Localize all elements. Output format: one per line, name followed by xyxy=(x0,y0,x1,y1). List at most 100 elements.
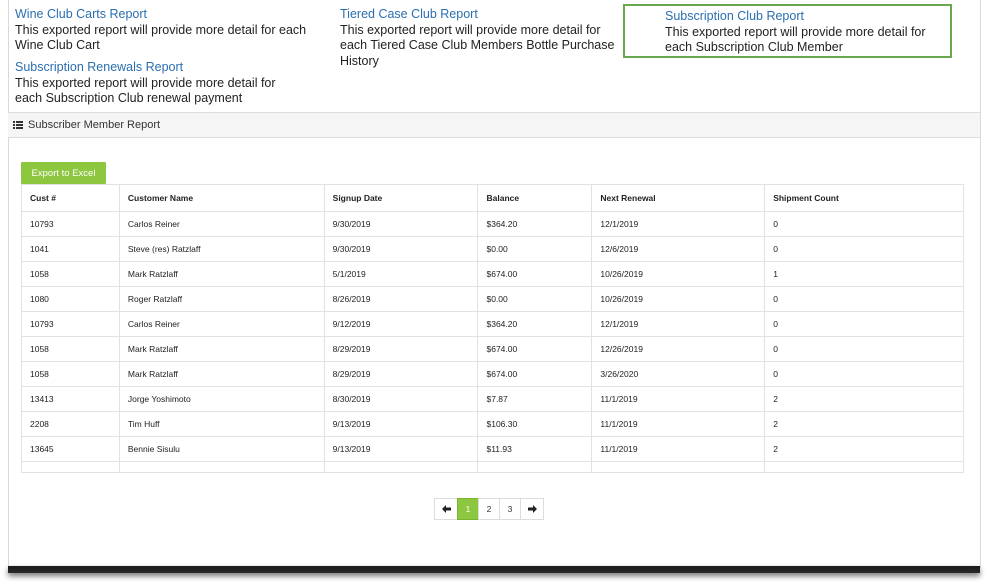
cell-cust: 1058 xyxy=(21,261,120,287)
subscription-renewals-report-link[interactable]: Subscription Renewals Report xyxy=(15,60,305,76)
cell-customer-name: Jorge Yoshimoto xyxy=(118,386,325,412)
cell-balance: $7.87 xyxy=(477,386,593,412)
table-row: 1058 Mark Ratzlaff 8/29/2019 $674.00 12/26/2… xyxy=(21,336,964,362)
cell-shipment-count: 0 xyxy=(764,236,964,262)
empty-cell xyxy=(323,461,479,473)
prev-page-button[interactable] xyxy=(434,498,458,520)
cell-cust: 1058 xyxy=(21,361,120,387)
cell-cust: 2208 xyxy=(21,411,120,437)
table-row: 13645 Bennie Sisulu 9/13/2019 $11.93 11/1/20… xyxy=(21,436,964,462)
cell-balance: $106.30 xyxy=(477,411,593,437)
cell-cust: 10793 xyxy=(21,311,120,337)
cell-cust: 1041 xyxy=(21,236,120,262)
column-header-signup-date[interactable]: Signup Date xyxy=(323,184,479,212)
wine-club-carts-report: Wine Club Carts Report This exported rep… xyxy=(15,7,327,54)
cell-shipment-count: 0 xyxy=(764,286,964,312)
table-row: 2208 Tim Huff 9/13/2019 $106.30 11/1/2019 2 xyxy=(21,411,964,437)
cell-customer-name: Bennie Sisulu xyxy=(118,436,325,462)
export-to-excel-button[interactable]: Export to Excel xyxy=(21,162,106,184)
table-header-row: Cust # Customer Name Signup Date Balance… xyxy=(21,184,964,212)
empty-cell xyxy=(764,461,964,473)
cell-balance: $364.20 xyxy=(477,311,593,337)
cell-signup-date: 9/30/2019 xyxy=(323,211,479,237)
empty-cell xyxy=(21,461,120,473)
list-icon xyxy=(13,121,23,129)
cell-signup-date: 8/30/2019 xyxy=(323,386,479,412)
cell-signup-date: 8/26/2019 xyxy=(323,286,479,312)
cell-cust: 13645 xyxy=(21,436,120,462)
cell-cust: 10793 xyxy=(21,211,120,237)
page-button-1[interactable]: 1 xyxy=(457,498,479,520)
cell-customer-name: Tim Huff xyxy=(118,411,325,437)
cell-shipment-count: 2 xyxy=(764,436,964,462)
pagination: 1 2 3 xyxy=(434,498,544,520)
empty-cell xyxy=(591,461,766,473)
column-header-balance[interactable]: Balance xyxy=(477,184,593,212)
report-description: This exported report will provide more d… xyxy=(665,24,926,55)
page-button-2[interactable]: 2 xyxy=(478,498,500,520)
cell-shipment-count: 2 xyxy=(764,411,964,437)
tiered-case-club-report-link[interactable]: Tiered Case Club Report xyxy=(340,7,620,23)
cell-customer-name: Steve (res) Ratzlaff xyxy=(118,236,325,262)
cell-customer-name: Mark Ratzlaff xyxy=(118,361,325,387)
cell-cust: 13413 xyxy=(21,386,120,412)
table-row: 1080 Roger Ratzlaff 8/26/2019 $0.00 10/26/20… xyxy=(21,286,964,312)
table-row: 1058 Mark Ratzlaff 8/29/2019 $674.00 3/26/20… xyxy=(21,361,964,387)
tiered-case-club-report: Tiered Case Club Report This exported re… xyxy=(340,7,620,69)
cell-shipment-count: 0 xyxy=(764,336,964,362)
panel-header: Subscriber Member Report xyxy=(8,112,980,138)
arrow-right-icon xyxy=(527,505,537,513)
cell-customer-name: Roger Ratzlaff xyxy=(118,286,325,312)
column-header-shipment-count[interactable]: Shipment Count xyxy=(764,184,964,212)
subscriber-table: Cust # Customer Name Signup Date Balance… xyxy=(21,184,964,473)
arrow-left-icon xyxy=(441,505,451,513)
cell-balance: $674.00 xyxy=(477,361,593,387)
subscription-club-report: Subscription Club Report This exported r… xyxy=(623,4,952,58)
cell-customer-name: Mark Ratzlaff xyxy=(118,261,325,287)
cell-next-renewal: 12/1/2019 xyxy=(591,211,766,237)
window-bottom-edge xyxy=(8,566,980,573)
subscription-renewals-report: Subscription Renewals Report This export… xyxy=(15,60,305,107)
cell-shipment-count: 0 xyxy=(764,361,964,387)
cell-shipment-count: 2 xyxy=(764,386,964,412)
next-page-button[interactable] xyxy=(520,498,544,520)
cell-next-renewal: 12/26/2019 xyxy=(591,336,766,362)
cell-signup-date: 8/29/2019 xyxy=(323,361,479,387)
cell-signup-date: 9/13/2019 xyxy=(323,436,479,462)
cell-next-renewal: 3/26/2020 xyxy=(591,361,766,387)
cell-next-renewal: 11/1/2019 xyxy=(591,436,766,462)
subscription-club-report-link[interactable]: Subscription Club Report xyxy=(665,9,950,25)
cell-next-renewal: 10/26/2019 xyxy=(591,286,766,312)
cell-signup-date: 9/13/2019 xyxy=(323,411,479,437)
cell-shipment-count: 0 xyxy=(764,211,964,237)
column-header-customer-name[interactable]: Customer Name xyxy=(118,184,325,212)
cell-signup-date: 8/29/2019 xyxy=(323,336,479,362)
cell-next-renewal: 11/1/2019 xyxy=(591,411,766,437)
cell-next-renewal: 10/26/2019 xyxy=(591,261,766,287)
cell-shipment-count: 1 xyxy=(764,261,964,287)
cell-customer-name: Mark Ratzlaff xyxy=(118,336,325,362)
page-button-3[interactable]: 3 xyxy=(499,498,521,520)
table-row: 13413 Jorge Yoshimoto 8/30/2019 $7.87 11/1/2… xyxy=(21,386,964,412)
cell-signup-date: 9/12/2019 xyxy=(323,311,479,337)
table-row: 1058 Mark Ratzlaff 5/1/2019 $674.00 10/26/20… xyxy=(21,261,964,287)
cell-next-renewal: 11/1/2019 xyxy=(591,386,766,412)
empty-cell xyxy=(118,461,325,473)
column-header-next-renewal[interactable]: Next Renewal xyxy=(591,184,766,212)
cell-balance: $0.00 xyxy=(477,286,593,312)
cell-cust: 1080 xyxy=(21,286,120,312)
panel-title: Subscriber Member Report xyxy=(28,119,161,131)
cell-cust: 1058 xyxy=(21,336,120,362)
report-description: This exported report will provide more d… xyxy=(15,22,307,53)
cell-balance: $674.00 xyxy=(477,261,593,287)
cell-balance: $11.93 xyxy=(477,436,593,462)
cell-balance: $674.00 xyxy=(477,336,593,362)
column-header-cust[interactable]: Cust # xyxy=(21,184,120,212)
cell-shipment-count: 0 xyxy=(764,311,964,337)
table-row: 1041 Steve (res) Ratzlaff 9/30/2019 $0.00 12… xyxy=(21,236,964,262)
cell-signup-date: 9/30/2019 xyxy=(323,236,479,262)
empty-cell xyxy=(477,461,593,473)
wine-club-carts-report-link[interactable]: Wine Club Carts Report xyxy=(15,7,327,23)
table-row: 10793 Carlos Reiner 9/12/2019 $364.20 12/1/2… xyxy=(21,311,964,337)
table-row: 10793 Carlos Reiner 9/30/2019 $364.20 12/1/2… xyxy=(21,211,964,237)
